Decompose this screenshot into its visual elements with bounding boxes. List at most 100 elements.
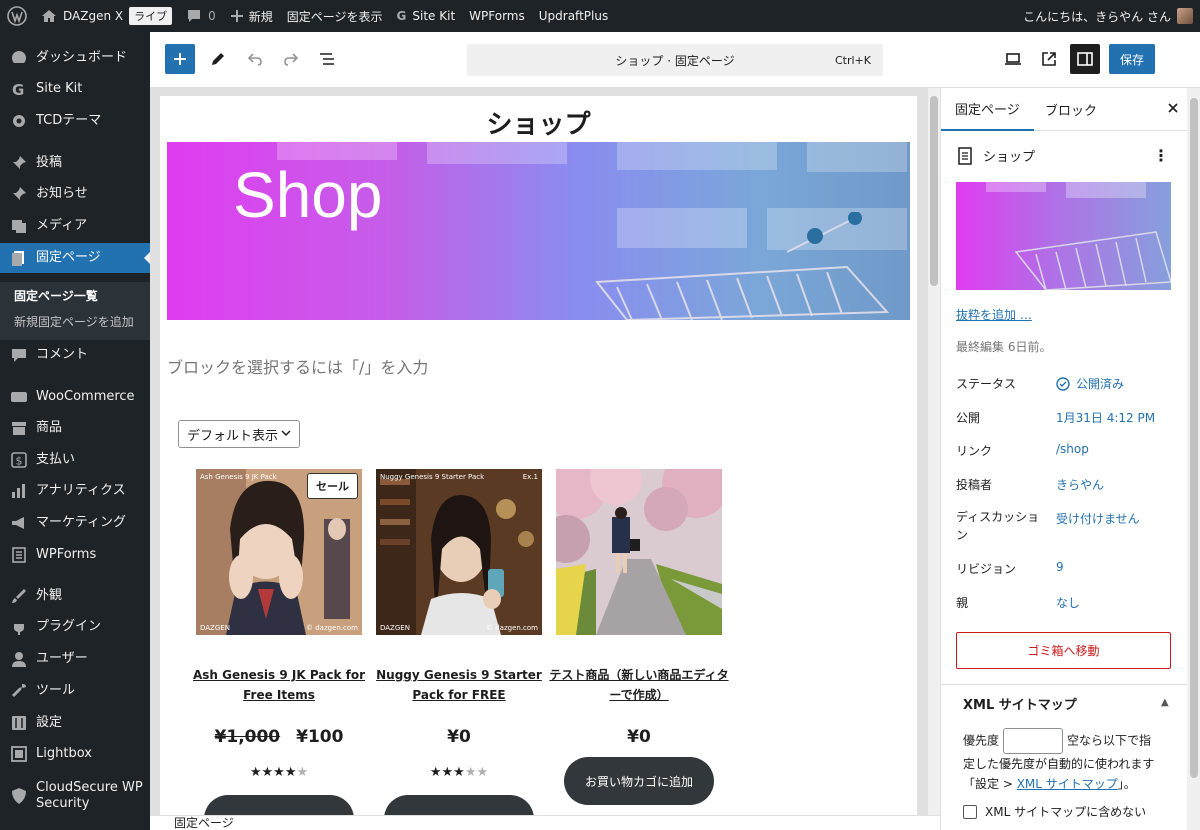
settings-sidebar-toggle[interactable]	[1070, 44, 1100, 74]
sidebar-item-13[interactable]: マーケティング	[0, 508, 150, 538]
meta-value[interactable]: 公開済み	[1056, 375, 1124, 392]
xml-sitemap-settings-link[interactable]: XML サイトマップ	[1017, 777, 1118, 791]
wrench-icon	[10, 682, 28, 700]
account-menu[interactable]: こんにちは、きらやん さん	[1016, 0, 1200, 32]
block-inserter-button[interactable]	[165, 44, 195, 74]
sidebar-item-4[interactable]: 投稿	[0, 148, 150, 178]
document-overview-button[interactable]	[314, 46, 340, 72]
tab-block[interactable]: ブロック	[1045, 88, 1097, 131]
featured-image[interactable]	[956, 182, 1171, 290]
undo-button[interactable]	[242, 46, 268, 72]
block-appender-placeholder[interactable]: ブロックを選択するには「/」を入力	[167, 354, 428, 378]
star-empty-icon: ★	[464, 765, 477, 780]
view-page-link[interactable]: 固定ページを表示	[280, 0, 390, 32]
site-name-link[interactable]: DAZgen X ライブ	[34, 0, 179, 32]
more-options-icon[interactable]: ⋮	[1153, 146, 1169, 165]
add-excerpt-link[interactable]: 抜粋を追加 …	[956, 306, 1032, 323]
sidebar-item-15[interactable]: 外観	[0, 581, 150, 611]
product-image[interactable]	[556, 469, 722, 635]
meta-value[interactable]: なし	[1056, 594, 1080, 611]
sidebar-item-3[interactable]: TCDテーマ	[0, 106, 150, 136]
product-image[interactable]: Nuggy Genesis 9 Starter Pack Ex.1 DAZGEN…	[376, 469, 542, 635]
meta-value[interactable]: 1月31日 4:12 PM	[1056, 409, 1155, 426]
check-circle-icon	[1056, 376, 1070, 391]
xml-sitemap-panel-title[interactable]: XML サイトマップ	[963, 694, 1077, 713]
sidebar-item-2[interactable]: G Site Kit	[0, 74, 150, 104]
settings-icon	[10, 714, 28, 732]
sidebar-item-12[interactable]: アナリティクス	[0, 476, 150, 506]
submenu-all-pages[interactable]: 固定ページ一覧	[14, 287, 98, 304]
command-palette-bar[interactable]: ショップ · 固定ページ Ctrl+K	[467, 44, 883, 76]
save-button[interactable]: 保存	[1109, 44, 1155, 74]
orderby-select[interactable]: デフォルト表示	[178, 420, 300, 448]
checkbox-box[interactable]	[963, 804, 977, 819]
sidebar-item-10[interactable]: 商品	[0, 413, 150, 443]
sidebar-item-14[interactable]: WPForms	[0, 540, 150, 570]
breadcrumb-item[interactable]: 固定ページ	[174, 816, 234, 830]
form-icon	[10, 546, 28, 564]
panel-scrollbar[interactable]	[1187, 88, 1200, 830]
sidebar-item-21[interactable]: CloudSecure WP Security	[0, 776, 150, 816]
sidebar-item-8[interactable]: コメント	[0, 340, 150, 370]
meta-label: 親	[956, 596, 969, 610]
site-kit-link[interactable]: G Site Kit	[390, 0, 463, 32]
updraft-link[interactable]: UpdraftPlus	[532, 0, 615, 32]
product-title[interactable]: Ash Genesis 9 JK Pack for Free Items	[186, 665, 372, 705]
comments-link[interactable]: 0	[179, 0, 223, 32]
sidebar-item-5[interactable]: お知らせ	[0, 179, 150, 209]
wp-logo-icon[interactable]	[0, 0, 34, 32]
add-to-cart-button[interactable]	[384, 795, 534, 815]
product-title[interactable]: Nuggy Genesis 9 Starter Pack for FREE	[366, 665, 552, 705]
sidebar-item-7[interactable]: 固定ページ	[0, 243, 150, 273]
sidebar-item-label: TCDテーマ	[36, 113, 102, 128]
meta-value[interactable]: 受け付けません	[1056, 510, 1140, 527]
priority-input[interactable]	[1003, 728, 1064, 754]
settings-panel: 固定ページ ブロック ショップ ⋮ 抜粋を追加 … 最終編集 6日前。 ステータ…	[940, 88, 1200, 830]
tools-button[interactable]	[205, 46, 231, 72]
sidebar-item-6[interactable]: メディア	[0, 211, 150, 241]
panel-tabs: 固定ページ ブロック	[941, 88, 1189, 131]
canvas-scrollbar[interactable]	[928, 88, 940, 815]
pages-submenu: 固定ページ一覧 新規固定ページを追加	[0, 282, 150, 340]
meta-value[interactable]: きらやん	[1056, 476, 1104, 493]
sidebar-item-1[interactable]: ダッシュボード	[0, 43, 150, 73]
star-icon: ★	[249, 765, 262, 780]
home-icon	[42, 10, 56, 22]
plugin-icon	[10, 618, 28, 636]
chevron-up-icon[interactable]: ▲	[1161, 697, 1169, 708]
add-to-cart-button[interactable]	[204, 795, 354, 815]
sidebar-item-11[interactable]: $ 支払い	[0, 445, 150, 475]
meta-value[interactable]: 9	[1056, 560, 1064, 574]
tab-page[interactable]: 固定ページ	[941, 88, 1034, 131]
wpforms-link[interactable]: WPForms	[462, 0, 532, 32]
sidebar-item-18[interactable]: ツール	[0, 676, 150, 706]
close-panel-button[interactable]	[1165, 100, 1181, 120]
move-to-trash-button[interactable]: ゴミ箱へ移動	[956, 632, 1171, 669]
view-page-button[interactable]	[1036, 46, 1062, 72]
meta-value[interactable]: /shop	[1056, 442, 1089, 456]
avatar	[1177, 8, 1193, 24]
product-title[interactable]: テスト商品（新しい商品エディターで作成）	[546, 665, 732, 705]
product-image[interactable]: Ash Genesis 9 JK Pack セール DAZGEN © dazge…	[196, 469, 362, 635]
scrollbar-thumb[interactable]	[930, 96, 938, 286]
shortcut-hint: Ctrl+K	[834, 53, 871, 67]
new-content-link[interactable]: 新規	[223, 0, 280, 32]
star-icon: ★	[453, 765, 465, 780]
chart-icon	[10, 482, 28, 500]
submenu-add-page[interactable]: 新規固定ページを追加	[14, 313, 134, 330]
hero-image[interactable]: Shop	[167, 142, 910, 320]
redo-button[interactable]	[278, 46, 304, 72]
sidebar-item-20[interactable]: Lightbox	[0, 739, 150, 769]
preview-button[interactable]	[1000, 46, 1026, 72]
sidebar-item-9[interactable]: WooCommerce	[0, 382, 150, 412]
image-brand: DAZGEN	[200, 624, 230, 632]
page-title[interactable]: ショップ	[160, 104, 917, 141]
editor-canvas[interactable]: ショップ Shop ブロックを選択するには「/」を入力 デフォルト表示 Ash …	[160, 96, 917, 815]
sidebar-item-17[interactable]: ユーザー	[0, 644, 150, 674]
sidebar-item-19[interactable]: 設定	[0, 708, 150, 738]
sidebar-item-16[interactable]: プラグイン	[0, 612, 150, 642]
exclude-from-sitemap-checkbox[interactable]: XML サイトマップに含めない	[963, 803, 1146, 820]
product-photo	[376, 469, 542, 635]
scrollbar-thumb[interactable]	[1190, 98, 1198, 778]
add-to-cart-button[interactable]: お買い物カゴに追加	[564, 757, 714, 805]
